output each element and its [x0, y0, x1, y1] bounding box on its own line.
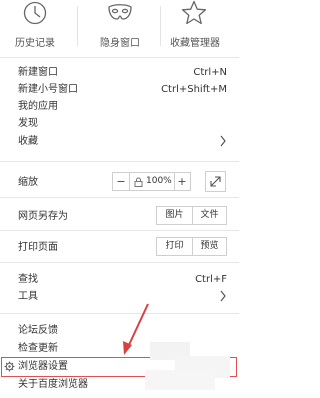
blurred-watermark [145, 342, 230, 390]
browser-main-menu: 历史记录 隐身窗口 收藏管理器 新建窗口 Ctrl+N 新建小号窗口 Ctrl+… [0, 0, 239, 398]
